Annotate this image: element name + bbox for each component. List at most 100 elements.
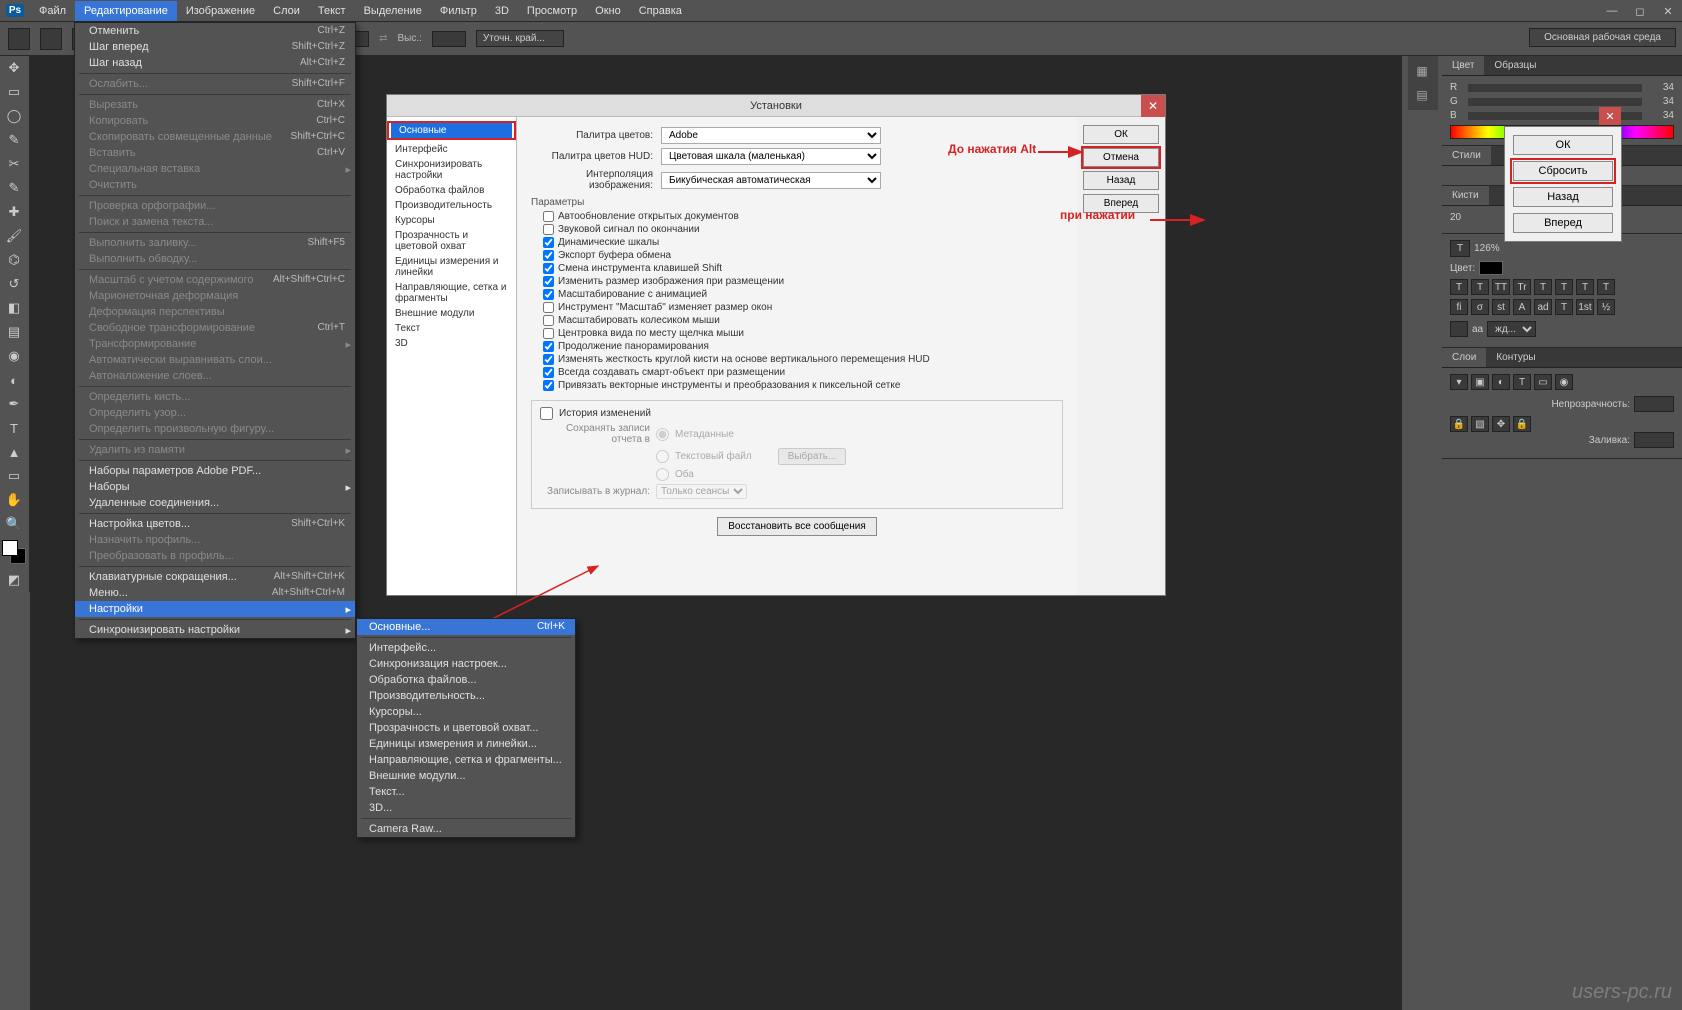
prefs-category[interactable]: Интерфейс <box>387 142 516 157</box>
cancel-button[interactable]: Отмена <box>1083 148 1159 167</box>
quick-select-tool-icon[interactable]: ✎ <box>1 129 27 151</box>
blur-tool-icon[interactable]: ◉ <box>1 345 27 367</box>
prefs-category[interactable]: 3D <box>387 336 516 351</box>
menu-редактирование[interactable]: Редактирование <box>75 1 177 21</box>
edit-menu-item[interactable]: Клавиатурные сокращения...Alt+Shift+Ctrl… <box>75 569 355 585</box>
history-log-checkbox[interactable] <box>540 407 553 420</box>
smallcaps-icon[interactable]: Tr <box>1513 279 1531 295</box>
edit-menu-item[interactable]: ОтменитьCtrl+Z <box>75 23 355 39</box>
menu-фильтр[interactable]: Фильтр <box>431 1 486 21</box>
workspace-switcher[interactable]: Основная рабочая среда <box>1529 28 1676 47</box>
prefs-submenu-item[interactable]: Производительность... <box>357 688 575 704</box>
height-input[interactable] <box>432 31 466 47</box>
marquee-new-icon[interactable] <box>40 28 62 50</box>
prefs-submenu-item[interactable]: Текст... <box>357 784 575 800</box>
ok-button[interactable]: ОК <box>1083 125 1159 144</box>
crop-tool-icon[interactable]: ✂ <box>1 153 27 175</box>
menu-3d[interactable]: 3D <box>486 1 518 21</box>
subscript-icon[interactable]: T <box>1555 279 1573 295</box>
layers-tab[interactable]: Слои <box>1442 348 1486 367</box>
prefs-submenu-item[interactable]: Обработка файлов... <box>357 672 575 688</box>
prefs-category[interactable]: Прозрачность и цветовой охват <box>387 228 516 254</box>
pref-checkbox[interactable] <box>543 315 554 326</box>
pref-checkbox[interactable] <box>543 263 554 274</box>
edit-menu-item[interactable]: Настройки▸ <box>75 601 355 617</box>
paths-tab[interactable]: Контуры <box>1486 348 1545 367</box>
refine-edge-button[interactable]: Уточн. край... <box>476 30 564 47</box>
prefs-category[interactable]: Направляющие, сетка и фрагменты <box>387 280 516 306</box>
prefs-submenu-item[interactable]: Основные...Ctrl+K <box>357 619 575 635</box>
prefs-submenu-item[interactable]: Прозрачность и цветовой охват... <box>357 720 575 736</box>
menu-файл[interactable]: Файл <box>30 1 75 21</box>
pref-checkbox[interactable] <box>543 380 554 391</box>
pref-checkbox[interactable] <box>543 328 554 339</box>
menu-выделение[interactable]: Выделение <box>355 1 431 21</box>
move-tool-icon[interactable]: ✥ <box>1 57 27 79</box>
edit-menu-item[interactable]: Меню...Alt+Shift+Ctrl+M <box>75 585 355 601</box>
prefs-submenu-item[interactable]: 3D... <box>357 800 575 816</box>
alt-ok-button[interactable]: ОК <box>1513 135 1613 155</box>
prefs-category[interactable]: Курсоры <box>387 213 516 228</box>
prefs-category[interactable]: Синхронизировать настройки <box>387 157 516 183</box>
opacity-input[interactable] <box>1634 396 1674 412</box>
minimize-button[interactable]: — <box>1598 0 1626 22</box>
edit-menu-item[interactable]: Синхронизировать настройки▸ <box>75 622 355 638</box>
pref-checkbox[interactable] <box>543 250 554 261</box>
pref-checkbox[interactable] <box>543 302 554 313</box>
edit-menu-item[interactable]: Шаг впередShift+Ctrl+Z <box>75 39 355 55</box>
bold-icon[interactable]: T <box>1450 279 1468 295</box>
prefs-submenu-item[interactable]: Интерфейс... <box>357 640 575 656</box>
pref-checkbox[interactable] <box>543 211 554 222</box>
strikethrough-icon[interactable]: T <box>1597 279 1615 295</box>
shape-tool-icon[interactable]: ▭ <box>1 465 27 487</box>
actions-panel-icon[interactable]: ▤ <box>1410 84 1434 106</box>
color-slider[interactable] <box>1468 98 1642 106</box>
history-brush-tool-icon[interactable]: ↺ <box>1 273 27 295</box>
menu-слои[interactable]: Слои <box>264 1 309 21</box>
stamp-tool-icon[interactable]: ⌬ <box>1 249 27 271</box>
menu-справка[interactable]: Справка <box>630 1 691 21</box>
char-color-swatch[interactable] <box>1479 261 1503 275</box>
menu-окно[interactable]: Окно <box>586 1 630 21</box>
maximize-button[interactable]: ◻ <box>1626 0 1654 22</box>
marquee-tool-icon[interactable]: ▭ <box>1 81 27 103</box>
color-slider[interactable] <box>1468 84 1642 92</box>
alt-next-button[interactable]: Вперед <box>1513 213 1613 233</box>
prev-button[interactable]: Назад <box>1083 171 1159 190</box>
brush-tool-icon[interactable]: 🖌 <box>1 225 27 247</box>
color-picker-select[interactable]: Adobe <box>661 127 881 144</box>
edit-menu-item[interactable]: Наборы параметров Adobe PDF... <box>75 463 355 479</box>
color-swatch[interactable] <box>2 540 26 564</box>
pref-checkbox[interactable] <box>543 276 554 287</box>
prefs-submenu-item[interactable]: Внешние модули... <box>357 768 575 784</box>
brushes-tab[interactable]: Кисти <box>1442 186 1489 205</box>
edit-menu-item[interactable]: Наборы▸ <box>75 479 355 495</box>
prefs-category[interactable]: Единицы измерения и линейки <box>387 254 516 280</box>
aa-select[interactable]: жд... <box>1487 321 1536 337</box>
path-select-tool-icon[interactable]: ▲ <box>1 441 27 463</box>
pref-checkbox[interactable] <box>543 289 554 300</box>
pref-checkbox[interactable] <box>543 341 554 352</box>
italic-icon[interactable]: T <box>1471 279 1489 295</box>
prefs-submenu-item[interactable]: Курсоры... <box>357 704 575 720</box>
eraser-tool-icon[interactable]: ◧ <box>1 297 27 319</box>
menu-текст[interactable]: Текст <box>309 1 355 21</box>
quickmask-icon[interactable]: ◩ <box>1 569 27 591</box>
pref-checkbox[interactable] <box>543 237 554 248</box>
underline-icon[interactable]: T <box>1576 279 1594 295</box>
menu-просмотр[interactable]: Просмотр <box>518 1 586 21</box>
styles-tab[interactable]: Стили <box>1442 146 1491 165</box>
lasso-tool-icon[interactable]: ◯ <box>1 105 27 127</box>
swatches-tab[interactable]: Образцы <box>1484 56 1546 75</box>
prefs-category[interactable]: Внешние модули <box>387 306 516 321</box>
zoom-tool-icon[interactable]: 🔍 <box>1 513 27 535</box>
fill-input[interactable] <box>1634 432 1674 448</box>
prefs-submenu-item[interactable]: Направляющие, сетка и фрагменты... <box>357 752 575 768</box>
close-window-button[interactable]: ✕ <box>1654 0 1682 22</box>
interp-select[interactable]: Бикубическая автоматическая <box>661 172 881 189</box>
prefs-submenu-item[interactable]: Единицы измерения и линейки... <box>357 736 575 752</box>
edit-menu-item[interactable]: Шаг назадAlt+Ctrl+Z <box>75 55 355 71</box>
edit-menu-item[interactable]: Удаленные соединения... <box>75 495 355 511</box>
dialog-close-button[interactable]: ✕ <box>1141 95 1165 117</box>
allcaps-icon[interactable]: TT <box>1492 279 1510 295</box>
